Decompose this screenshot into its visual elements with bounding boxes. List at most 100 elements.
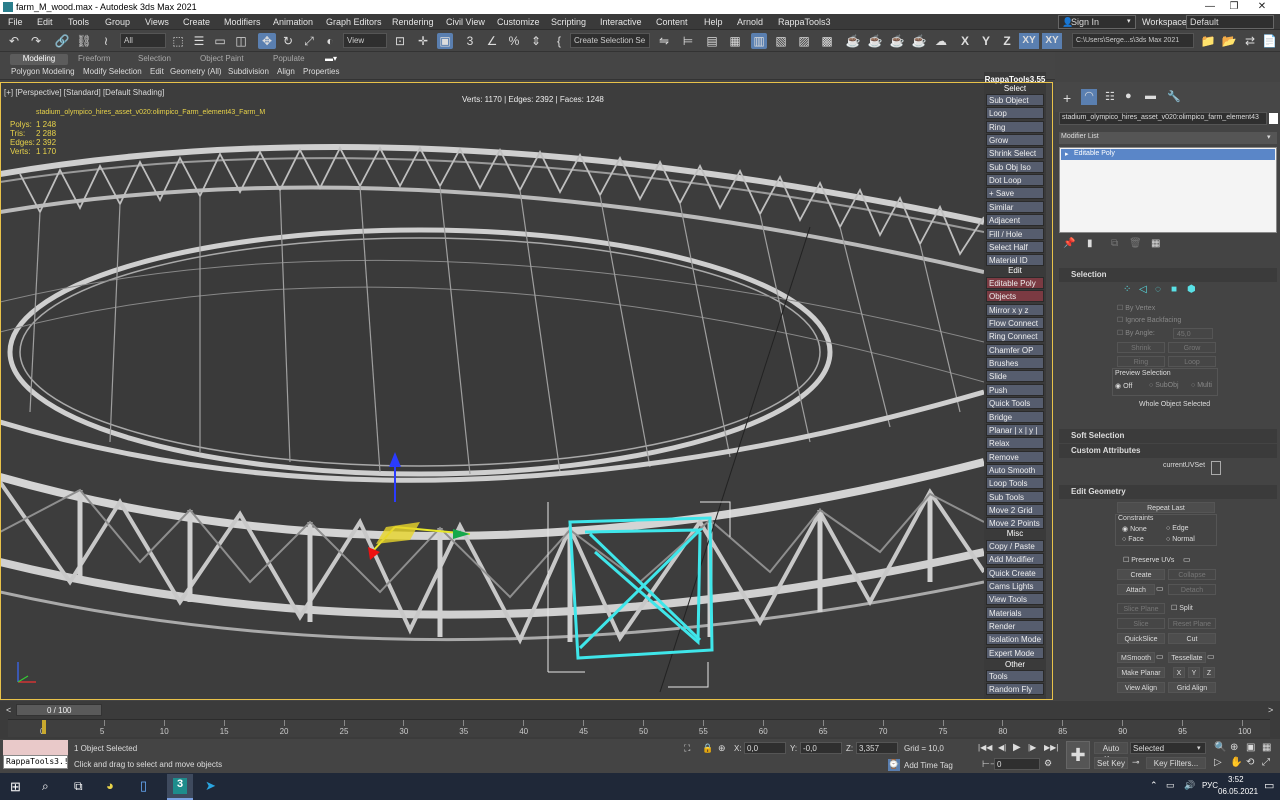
rappa-button-select-11[interactable]: Select Half <box>986 240 1044 253</box>
element-icon[interactable]: ⬢ <box>1187 284 1196 295</box>
bind-spacewarp-icon[interactable]: ≀ <box>98 33 114 49</box>
zoom-extents-all-icon[interactable]: ▦ <box>1262 742 1271 753</box>
time-slider[interactable]: 0 / 100 <box>16 704 102 716</box>
z-coord-field[interactable]: 3,357 <box>856 742 898 754</box>
prev-frame-icon[interactable]: < <box>6 705 11 715</box>
planar-y-button[interactable]: Y <box>1188 667 1200 678</box>
rendered-frame-icon[interactable]: ☕ <box>845 33 861 49</box>
x-coord-field[interactable]: 0,0 <box>744 742 786 754</box>
angle-spinner[interactable]: 45,0 <box>1173 328 1213 339</box>
rappa-button-edit-16[interactable]: Sub Tools <box>986 490 1044 503</box>
rappa-button-select-7[interactable]: + Save <box>986 187 1044 200</box>
project-switch-icon[interactable]: ⇄ <box>1242 33 1258 49</box>
render-production-icon[interactable]: ☕ <box>867 33 883 49</box>
current-uvset-field[interactable] <box>1211 461 1221 475</box>
perspective-viewport[interactable]: [+] [Perspective] [Standard] [Default Sh… <box>0 82 984 700</box>
close-icon[interactable]: ✕ <box>1250 0 1274 14</box>
workspace-dropdown[interactable]: Default <box>1186 15 1274 29</box>
minimize-icon[interactable]: — <box>1198 0 1222 14</box>
window-crossing-icon[interactable]: ◫ <box>233 33 249 49</box>
menu-file[interactable]: File <box>8 17 23 27</box>
create-button[interactable]: Create <box>1117 569 1165 580</box>
clock-date[interactable]: 06.05.2021 <box>1218 787 1258 796</box>
selection-filter-dropdown[interactable]: All <box>120 33 166 48</box>
edit-geometry-rollout-header[interactable]: Edit Geometry <box>1059 485 1277 499</box>
material-editor-icon[interactable]: ▨ <box>796 33 812 49</box>
maximize-viewport-icon[interactable]: ⤢ <box>1262 757 1270 768</box>
modify-tab-icon[interactable]: ◠ <box>1081 89 1097 105</box>
menu-edit[interactable]: Edit <box>37 17 53 27</box>
tessellate-button[interactable]: Tessellate <box>1168 652 1206 663</box>
msmooth-button[interactable]: MSmooth <box>1117 652 1155 663</box>
time-tag-icon[interactable]: ⌚ <box>888 759 900 771</box>
rappa-button-edit-17[interactable]: Move 2 Grid <box>986 503 1044 516</box>
viewport-label[interactable]: [+] [Perspective] [Standard] [Default Sh… <box>4 88 164 97</box>
quickslice-button[interactable]: QuickSlice <box>1117 633 1165 644</box>
rappa-button-edit-10[interactable]: Bridge <box>986 410 1044 423</box>
rappa-button-misc-2[interactable]: Quick Create <box>986 566 1044 579</box>
polygon-icon[interactable]: ■ <box>1171 284 1177 295</box>
tab-modeling[interactable]: Modeling <box>10 54 68 65</box>
rappa-button-other-0[interactable]: Tools <box>986 670 1044 682</box>
rappa-button-edit-6[interactable]: Brushes <box>986 357 1044 370</box>
rappa-button-edit-9[interactable]: Quick Tools <box>986 397 1044 410</box>
project-settings-icon[interactable]: 📄 <box>1262 33 1277 49</box>
auto-key-button[interactable]: Auto Key <box>1094 742 1128 764</box>
sign-in-dropdown[interactable]: 👤 Sign In ▾ <box>1058 15 1136 29</box>
motion-tab-icon[interactable]: ● <box>1125 90 1132 102</box>
split-checkbox[interactable]: ☐ Split <box>1171 604 1193 612</box>
axis-y-button[interactable]: Y <box>979 33 993 49</box>
rappa-button-edit-13[interactable]: Remove <box>986 450 1044 463</box>
constraint-face-radio[interactable]: ○ Face <box>1122 536 1144 543</box>
tab-populate[interactable]: Populate <box>273 54 305 65</box>
windows-start-icon[interactable]: ⊞ <box>10 779 21 795</box>
ribbon-modify-selection[interactable]: Modify Selection <box>83 67 142 79</box>
menu-rendering[interactable]: Rendering <box>392 17 434 27</box>
key-filters-button[interactable]: Key Filters... <box>1146 757 1206 769</box>
rappa-button-select-9[interactable]: Adjacent <box>986 214 1044 227</box>
play-icon[interactable]: ▶ <box>1013 742 1021 753</box>
time-config-icon[interactable]: ⚙ <box>1044 758 1052 769</box>
restore-icon[interactable]: ❐ <box>1222 0 1246 14</box>
undo-icon[interactable]: ↶ <box>6 33 22 49</box>
vertex-icon[interactable]: ⁘ <box>1123 284 1131 295</box>
modifier-list-dropdown[interactable]: Modifier List ▾ <box>1059 132 1277 144</box>
ribbon-align[interactable]: Align <box>277 67 295 79</box>
spinner-snap-icon[interactable]: ⇕ <box>528 33 544 49</box>
shrink-button[interactable]: Shrink <box>1117 342 1165 353</box>
menu-help[interactable]: Help <box>704 17 723 27</box>
add-time-tag-text[interactable]: Add Time Tag <box>904 761 953 770</box>
view-align-button[interactable]: View Align <box>1117 682 1165 693</box>
move-icon[interactable]: ✥ <box>258 33 276 49</box>
current-frame-marker[interactable] <box>42 720 46 734</box>
ribbon-edit[interactable]: Edit <box>150 67 164 79</box>
toggle-ribbon-icon[interactable]: ▦ <box>727 33 743 49</box>
ribbon-subdivision[interactable]: Subdivision <box>228 67 269 79</box>
menu-content[interactable]: Content <box>656 17 688 27</box>
current-frame-field[interactable]: 0 <box>994 758 1040 770</box>
grow-button[interactable]: Grow <box>1168 342 1216 353</box>
fov-icon[interactable]: ▷ <box>1214 757 1222 768</box>
scale-icon[interactable]: ⤢ <box>301 33 317 49</box>
rappa-button-select-5[interactable]: Sub Obj Iso <box>986 160 1044 173</box>
reference-coordinate-dropdown[interactable]: View <box>343 33 387 48</box>
rectangular-selection-icon[interactable]: ▭ <box>212 33 228 49</box>
pin-stack-icon[interactable]: 📌 <box>1063 238 1075 249</box>
axis-xy-cycle-button[interactable]: XY <box>1042 33 1062 49</box>
project-folder-icon[interactable]: 📁 <box>1200 33 1216 49</box>
next-frame-icon[interactable]: > <box>1268 705 1273 715</box>
grid-align-button[interactable]: Grid Align <box>1168 682 1216 693</box>
telegram-icon[interactable]: ➤ <box>205 778 216 794</box>
menu-customize[interactable]: Customize <box>497 17 540 27</box>
3dsmax-taskbar-button[interactable]: 3 <box>167 774 193 800</box>
mirror-icon[interactable]: ⇋ <box>656 33 672 49</box>
menu-tools[interactable]: Tools <box>68 17 89 27</box>
remove-modifier-icon[interactable]: 🗑 <box>1129 238 1142 249</box>
planar-z-button[interactable]: Z <box>1203 667 1215 678</box>
render-cloud-icon[interactable]: ☁ <box>933 33 949 49</box>
zoom-icon[interactable]: 🔍 <box>1214 742 1226 753</box>
configure-sets-icon[interactable]: ▦ <box>1151 238 1160 249</box>
selection-lock-icon[interactable]: 🔒 <box>702 743 713 754</box>
ribbon-options-icon[interactable]: ▬▾ <box>325 54 337 65</box>
language-indicator[interactable]: РУС <box>1202 781 1218 790</box>
